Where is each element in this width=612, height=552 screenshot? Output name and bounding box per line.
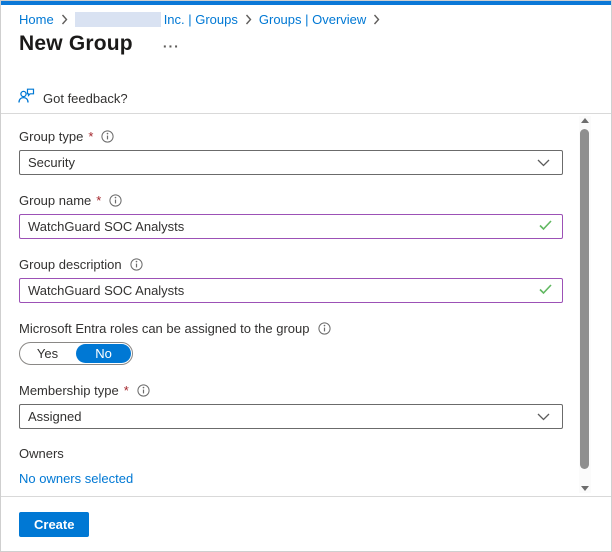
valid-check-icon (539, 283, 552, 298)
info-icon[interactable] (109, 194, 122, 207)
vertical-scrollbar[interactable] (579, 116, 591, 493)
footer-bar: Create (1, 496, 611, 551)
breadcrumb: Home Inc. | Groups Groups | Overview (19, 12, 380, 27)
group-description-value: WatchGuard SOC Analysts (28, 283, 184, 298)
scroll-down-arrow-icon[interactable] (581, 486, 589, 491)
required-asterisk: * (96, 193, 101, 208)
group-name-label: Group name (19, 193, 91, 208)
group-description-label-row: Group description (19, 256, 563, 272)
membership-type-select[interactable]: Assigned (19, 404, 563, 429)
owners-picker-link[interactable]: No owners selected (19, 471, 133, 486)
group-type-select[interactable]: Security (19, 150, 563, 175)
chevron-right-icon (245, 14, 252, 25)
group-name-label-row: Group name * (19, 192, 563, 208)
valid-check-icon (539, 219, 552, 234)
breadcrumb-tenant[interactable]: Inc. | Groups (75, 12, 238, 27)
info-icon[interactable] (318, 322, 331, 335)
entra-roles-label-row: Microsoft Entra roles can be assigned to… (19, 320, 563, 336)
required-asterisk: * (88, 129, 93, 144)
scrollbar-thumb[interactable] (580, 129, 589, 469)
chevron-down-icon (537, 155, 550, 170)
chevron-right-icon (61, 14, 68, 25)
entra-roles-label: Microsoft Entra roles can be assigned to… (19, 321, 310, 336)
page-title: New Group (19, 32, 133, 56)
new-group-panel: Home Inc. | Groups Groups | Overview New… (0, 0, 612, 552)
breadcrumb-home[interactable]: Home (19, 12, 54, 27)
entra-roles-toggle: Yes No (19, 342, 133, 365)
group-name-value: WatchGuard SOC Analysts (28, 219, 184, 234)
info-icon[interactable] (101, 130, 114, 143)
scroll-up-arrow-icon[interactable] (581, 118, 589, 123)
membership-type-label: Membership type (19, 383, 119, 398)
toggle-option-yes[interactable]: Yes (20, 343, 75, 364)
chevron-down-icon (537, 409, 550, 424)
membership-type-label-row: Membership type * (19, 382, 563, 398)
got-feedback-link[interactable]: Got feedback? (18, 88, 128, 109)
breadcrumb-tenant-label: Inc. | Groups (164, 12, 238, 27)
membership-type-value: Assigned (28, 409, 81, 424)
group-type-label-row: Group type * (19, 128, 563, 144)
redacted-tenant-name (75, 12, 161, 27)
create-button[interactable]: Create (19, 512, 89, 537)
group-type-label: Group type (19, 129, 83, 144)
group-name-input[interactable]: WatchGuard SOC Analysts (19, 214, 563, 239)
breadcrumb-groups-overview[interactable]: Groups | Overview (259, 12, 366, 27)
title-row: New Group ··· (19, 32, 180, 56)
info-icon[interactable] (137, 384, 150, 397)
new-group-form: Group type * Security Group name * Watch… (1, 114, 611, 496)
more-options-button[interactable]: ··· (163, 38, 180, 54)
owners-label: Owners (19, 446, 563, 461)
top-accent-bar (1, 1, 611, 5)
group-description-input[interactable]: WatchGuard SOC Analysts (19, 278, 563, 303)
group-description-label: Group description (19, 257, 122, 272)
chevron-right-icon (373, 14, 380, 25)
feedback-icon (18, 88, 35, 109)
feedback-label: Got feedback? (43, 91, 128, 106)
group-type-value: Security (28, 155, 75, 170)
toggle-option-no[interactable]: No (76, 344, 131, 363)
info-icon[interactable] (130, 258, 143, 271)
required-asterisk: * (124, 383, 129, 398)
